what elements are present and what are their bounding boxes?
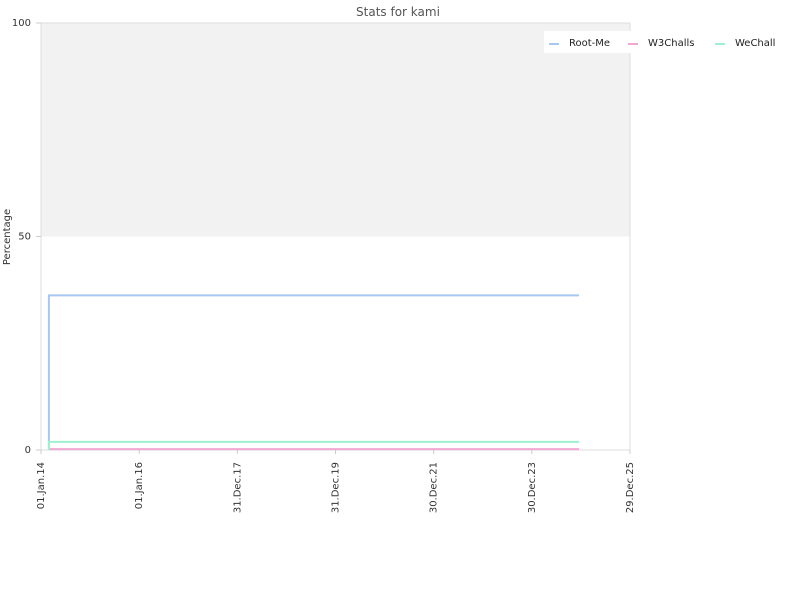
x-tick-label: 31.Dec.17: [232, 462, 243, 513]
x-tick-label: 29.Dec.25: [625, 462, 636, 513]
legend-label: WeChall: [735, 38, 775, 49]
legend-label: W3Challs: [648, 38, 694, 49]
legend: Root-Me W3Challs WeChall: [544, 31, 775, 53]
chart-title: Stats for kami: [356, 5, 440, 19]
x-tick-label: 31.Dec.19: [331, 462, 342, 513]
y-tick-label: 50: [18, 232, 31, 243]
y-axis-label: Percentage: [2, 209, 13, 265]
chart: Stats for kami Percentage 0 50 100 01.Jan.1…: [0, 0, 800, 600]
x-tick-label: 01.Jan.14: [36, 462, 47, 509]
legend-label: Root-Me: [569, 38, 610, 49]
chart-svg: Stats for kami Percentage 0 50 100 01.Jan.1…: [2, 5, 775, 513]
x-tick-label: 30.Dec.23: [527, 462, 538, 513]
shaded-band: [41, 23, 630, 237]
x-tick-label: 01.Jan.16: [134, 462, 145, 509]
y-tick-label: 0: [25, 445, 31, 456]
y-tick-label: 100: [12, 18, 31, 29]
x-tick-label: 30.Dec.21: [429, 462, 440, 513]
plot-area: 0 50 100 01.Jan.14 01.Jan.16 31.Dec.17 31.Dec.…: [12, 18, 636, 513]
series-line-root-me: [47, 294, 579, 450]
